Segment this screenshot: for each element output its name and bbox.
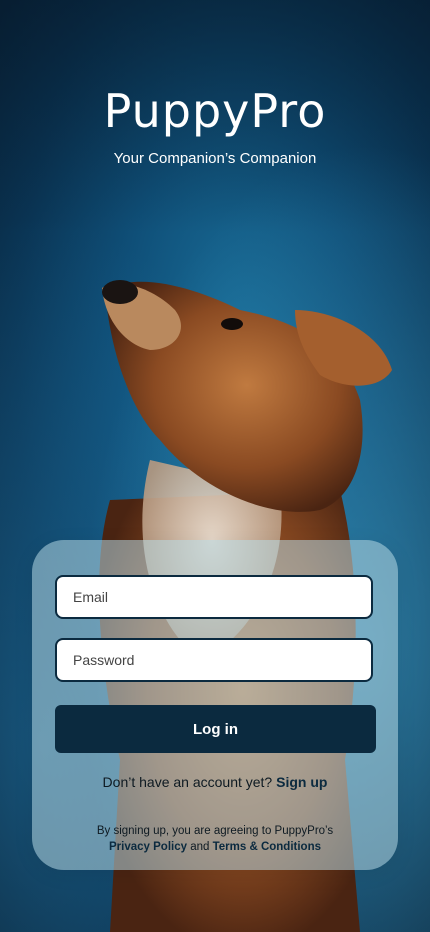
privacy-policy-link[interactable]: Privacy Policy <box>109 841 187 853</box>
signup-prompt: Don’t have an account yet? <box>102 774 273 790</box>
legal-and: and <box>190 841 210 853</box>
signup-link[interactable]: Sign up <box>276 774 327 790</box>
legal-notice: By signing up, you are agreeing to Puppy… <box>32 823 398 855</box>
email-field[interactable] <box>55 575 373 619</box>
terms-link[interactable]: Terms & Conditions <box>213 841 321 853</box>
app-tagline: Your Companion’s Companion <box>113 150 317 167</box>
login-card: Log in Don’t have an account yet? Sign u… <box>32 540 398 870</box>
signup-row: Don’t have an account yet? Sign up <box>32 774 398 790</box>
password-field[interactable] <box>55 638 373 682</box>
login-button[interactable]: Log in <box>55 705 376 753</box>
legal-text: By signing up, you are agreeing to Puppy… <box>96 825 334 837</box>
app-logo: PuppyPro <box>103 84 327 138</box>
